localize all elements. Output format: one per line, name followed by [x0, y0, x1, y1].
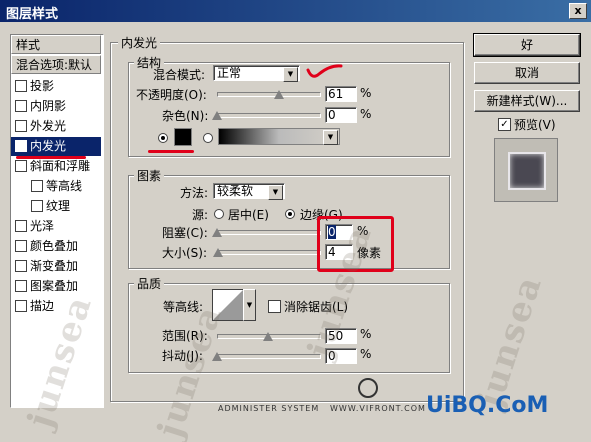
checkbox[interactable]: [15, 79, 27, 92]
checkbox[interactable]: [31, 199, 43, 212]
checkbox[interactable]: [31, 179, 43, 192]
noise-slider[interactable]: [217, 113, 321, 118]
sidebar-item[interactable]: 颜色叠加: [11, 237, 101, 256]
new-style-button[interactable]: 新建样式(W)...: [474, 90, 580, 112]
opacity-percent: %: [360, 86, 372, 100]
sidebar-item-label: 颜色叠加: [30, 239, 79, 253]
glow-color-swatch[interactable]: [174, 128, 192, 146]
noise-input[interactable]: 0: [325, 107, 357, 123]
chevron-down-icon: ▼: [268, 185, 283, 200]
sidebar-item-label: 内发光: [30, 139, 67, 153]
range-percent: %: [360, 327, 372, 341]
jitter-slider[interactable]: [217, 354, 321, 359]
window-title: 图层样式: [6, 7, 59, 22]
source-center-radio[interactable]: [214, 209, 224, 219]
watermark-text: junsea: [470, 270, 551, 413]
noise-slider-thumb[interactable]: [212, 111, 222, 120]
solid-color-radio[interactable]: [158, 133, 168, 143]
elements-title: 图素: [134, 167, 165, 184]
sidebar-item[interactable]: 投影: [11, 77, 101, 96]
source-label: 源:: [192, 208, 209, 222]
checkbox[interactable]: [15, 299, 27, 312]
method-label: 方法:: [180, 186, 209, 200]
logo-icon: [358, 378, 378, 398]
ok-button[interactable]: 好: [473, 33, 581, 57]
styles-header[interactable]: 样式: [11, 35, 101, 54]
blend-mode-select[interactable]: 正常 ▼: [213, 65, 300, 82]
jitter-percent: %: [360, 347, 372, 361]
red-underline-annotation: [16, 156, 86, 159]
chevron-down-icon[interactable]: ▼: [243, 289, 256, 321]
choke-label: 阻塞(C):: [162, 226, 208, 240]
opacity-input[interactable]: 61: [325, 86, 357, 102]
blend-mode-value: 正常: [217, 66, 242, 80]
chevron-down-icon: ▼: [323, 130, 338, 145]
gradient-picker[interactable]: ▼: [218, 128, 340, 145]
checkbox[interactable]: [15, 159, 27, 172]
sidebar-item[interactable]: 纹理: [11, 197, 117, 216]
sidebar-item-label: 外发光: [30, 119, 67, 133]
quality-title: 品质: [134, 275, 165, 292]
red-underline-annotation: [148, 150, 194, 153]
checkbox[interactable]: [15, 219, 27, 232]
size-label: 大小(S):: [162, 246, 208, 260]
method-value: 较柔软: [217, 184, 254, 198]
sidebar-item[interactable]: 渐变叠加: [11, 257, 101, 276]
checkbox[interactable]: ✓: [15, 139, 27, 152]
antialias-checkbox[interactable]: [268, 300, 281, 313]
choke-slider[interactable]: [217, 230, 321, 235]
sidebar-item[interactable]: 斜面和浮雕: [11, 157, 101, 176]
preview-thumbnail: [494, 138, 558, 202]
opacity-label: 不透明度(O):: [136, 88, 207, 102]
method-select[interactable]: 较柔软 ▼: [213, 183, 285, 200]
preview-swatch: [508, 152, 546, 190]
sidebar-item[interactable]: 外发光: [11, 117, 101, 136]
range-slider-thumb[interactable]: [263, 332, 273, 341]
checkbox[interactable]: [15, 119, 27, 132]
preview-checkbox[interactable]: ✓: [498, 118, 511, 131]
sidebar-item[interactable]: 图案叠加: [11, 277, 101, 296]
size-slider[interactable]: [217, 250, 321, 255]
sidebar-item-label: 斜面和浮雕: [30, 159, 91, 173]
sidebar-item[interactable]: 内阴影: [11, 97, 101, 116]
sidebar-item-label: 等高线: [46, 179, 83, 193]
gradient-radio[interactable]: [203, 133, 213, 143]
checkbox[interactable]: [15, 99, 27, 112]
opacity-slider[interactable]: [217, 92, 321, 97]
watermark-admin: ADMINISTER SYSTEM: [218, 404, 320, 413]
blend-options-item[interactable]: 混合选项:默认: [11, 55, 101, 74]
cancel-button[interactable]: 取消: [474, 62, 580, 84]
title-bar: [0, 0, 591, 22]
source-edge-radio[interactable]: [285, 209, 295, 219]
size-slider-thumb[interactable]: [213, 248, 223, 257]
sidebar-item[interactable]: 等高线: [11, 177, 117, 196]
blend-mode-label: 混合模式:: [153, 68, 206, 82]
preview-label: 预览(V): [514, 118, 556, 132]
checkbox[interactable]: [15, 239, 27, 252]
brand-watermark: UiBQ.CoM: [426, 393, 549, 418]
checkbox[interactable]: [15, 279, 27, 292]
sidebar-item[interactable]: 光泽: [11, 217, 101, 236]
close-button[interactable]: x: [569, 3, 587, 19]
sidebar-item-label: 纹理: [46, 199, 71, 213]
sidebar-item-label: 描边: [30, 299, 55, 313]
noise-label: 杂色(N):: [162, 109, 209, 123]
red-check-annotation: [306, 64, 343, 78]
source-center-label: 居中(E): [228, 208, 269, 222]
choke-slider-thumb[interactable]: [212, 228, 222, 237]
checkbox[interactable]: [15, 259, 27, 272]
opacity-slider-thumb[interactable]: [274, 90, 284, 99]
sidebar-item-label: 光泽: [30, 219, 55, 233]
noise-percent: %: [360, 107, 372, 121]
sidebar-item[interactable]: ✓ 内发光: [11, 137, 101, 156]
chevron-down-icon: ▼: [283, 67, 298, 82]
sidebar-item-label: 渐变叠加: [30, 259, 79, 273]
panel-title: 内发光: [118, 34, 161, 51]
sidebar-item-label: 内阴影: [30, 99, 67, 113]
watermark-site: WWW.VIFRONT.COM: [330, 404, 426, 413]
sidebar-item-label: 图案叠加: [30, 279, 79, 293]
sidebar-item-label: 投影: [30, 79, 55, 93]
